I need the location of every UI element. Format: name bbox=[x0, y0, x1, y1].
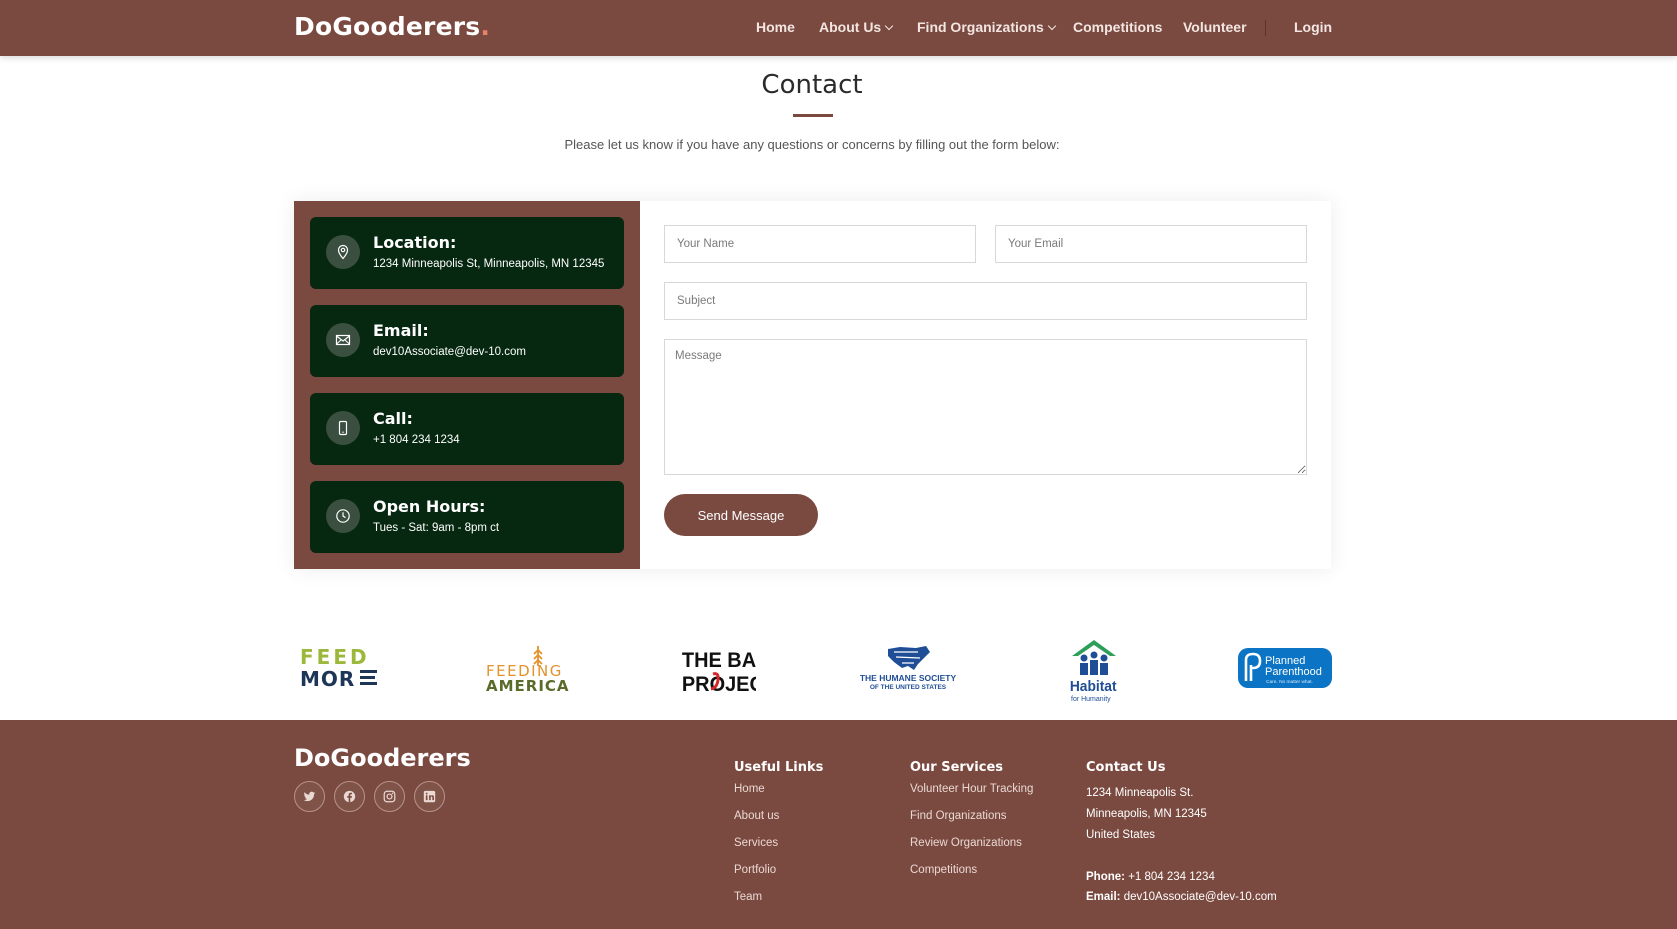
info-card-call: Call: +1 804 234 1234 bbox=[310, 393, 624, 465]
partner-logos: FEED MOR FEEDING AMERICA THE BAIL PROJEC… bbox=[0, 632, 1677, 708]
chevron-down-icon bbox=[1047, 21, 1057, 31]
svg-text:AMERICA: AMERICA bbox=[486, 677, 570, 692]
subject-input[interactable] bbox=[664, 282, 1307, 320]
nav-home-label: Home bbox=[756, 19, 795, 35]
hours-value: Tues - Sat: 9am - 8pm ct bbox=[373, 522, 500, 534]
footer-link-services[interactable]: Services bbox=[734, 837, 778, 849]
top-nav-bar: DoGooderers. Home About Us Find Organiza… bbox=[0, 0, 1677, 56]
email-value: dev10Associate@dev-10.com bbox=[373, 346, 526, 358]
info-card-email: Email: dev10Associate@dev-10.com bbox=[310, 305, 624, 377]
svg-text:Care. No matter what.: Care. No matter what. bbox=[1266, 679, 1313, 685]
footer-phone-label: Phone: bbox=[1086, 871, 1125, 883]
svg-text:Parenthood: Parenthood bbox=[1265, 666, 1322, 678]
svg-text:THE BAIL: THE BAIL bbox=[682, 649, 756, 673]
svg-text:MOR: MOR bbox=[300, 667, 355, 689]
footer-phone: Phone: +1 804 234 1234 bbox=[1086, 871, 1215, 883]
email-input[interactable] bbox=[995, 225, 1307, 263]
name-input[interactable] bbox=[664, 225, 976, 263]
nav-find-organizations[interactable]: Find Organizations bbox=[917, 19, 1057, 35]
footer-address-line2: Minneapolis, MN 12345 bbox=[1086, 808, 1207, 820]
instagram-icon[interactable] bbox=[374, 781, 405, 812]
main-nav: Home About Us Find Organizations Competi… bbox=[0, 0, 1677, 56]
footer-brand: DoGooderers bbox=[294, 744, 471, 772]
nav-about-label: About Us bbox=[819, 19, 882, 35]
nav-competitions-label: Competitions bbox=[1073, 19, 1163, 35]
nav-home[interactable]: Home bbox=[756, 19, 795, 35]
footer-link-portfolio[interactable]: Portfolio bbox=[734, 864, 776, 876]
footer-link-home[interactable]: Home bbox=[734, 783, 765, 795]
feeding-america-logo[interactable]: FEEDING AMERICA bbox=[484, 644, 574, 695]
send-message-button[interactable]: Send Message bbox=[664, 494, 818, 536]
hours-label: Open Hours: bbox=[373, 497, 486, 516]
svg-text:FEED: FEED bbox=[300, 645, 370, 669]
humane-society-logo[interactable]: THE HUMANE SOCIETY OF THE UNITED STATES bbox=[858, 644, 958, 692]
location-value: 1234 Minneapolis St, Minneapolis, MN 123… bbox=[373, 258, 605, 270]
footer-phone-value: +1 804 234 1234 bbox=[1128, 871, 1215, 883]
footer-link-about[interactable]: About us bbox=[734, 810, 779, 822]
footer-email-label: Email: bbox=[1086, 891, 1121, 903]
footer-service-competitions[interactable]: Competitions bbox=[910, 864, 977, 876]
clock-icon bbox=[326, 499, 360, 533]
habitat-for-humanity-logo[interactable]: Habitat for Humanity bbox=[1068, 638, 1124, 704]
nav-competitions[interactable]: Competitions bbox=[1073, 19, 1162, 35]
page-subtitle: Please let us know if you have any quest… bbox=[564, 137, 1060, 152]
contact-us-heading: Contact Us bbox=[1086, 760, 1166, 775]
footer-service-hour-tracking[interactable]: Volunteer Hour Tracking bbox=[910, 783, 1033, 795]
nav-find-label: Find Organizations bbox=[917, 19, 1044, 35]
svg-text:Habitat: Habitat bbox=[1070, 679, 1117, 696]
title-underline bbox=[793, 114, 833, 117]
nav-login[interactable]: Login bbox=[1294, 19, 1332, 35]
info-card-location: Location: 1234 Minneapolis St, Minneapol… bbox=[310, 217, 624, 289]
nav-volunteer[interactable]: Volunteer bbox=[1183, 19, 1247, 35]
facebook-icon[interactable] bbox=[334, 781, 365, 812]
footer-address-line1: 1234 Minneapolis St. bbox=[1086, 787, 1194, 799]
linkedin-icon[interactable] bbox=[414, 781, 445, 812]
svg-text:OF THE UNITED STATES: OF THE UNITED STATES bbox=[870, 684, 947, 691]
footer-address-line3: United States bbox=[1086, 829, 1156, 841]
twitter-icon[interactable] bbox=[294, 781, 325, 812]
footer-our-services: Our Services bbox=[910, 760, 1003, 775]
nav-about-us[interactable]: About Us bbox=[819, 19, 894, 35]
footer-service-review-orgs[interactable]: Review Organizations bbox=[910, 837, 1022, 849]
message-textarea[interactable] bbox=[664, 339, 1307, 475]
phone-icon bbox=[326, 411, 360, 445]
footer-link-team[interactable]: Team bbox=[734, 891, 762, 903]
contact-panel: Location: 1234 Minneapolis St, Minneapol… bbox=[294, 201, 1331, 569]
contact-info-sidebar: Location: 1234 Minneapolis St, Minneapol… bbox=[294, 201, 640, 569]
map-pin-icon bbox=[326, 235, 360, 269]
page-title: Contact bbox=[761, 70, 863, 100]
email-label: Email: bbox=[373, 321, 429, 340]
nav-volunteer-label: Volunteer bbox=[1183, 19, 1247, 35]
footer-useful-links: Useful Links bbox=[734, 760, 823, 775]
info-card-hours: Open Hours: Tues - Sat: 9am - 8pm ct bbox=[310, 481, 624, 553]
footer-email-value[interactable]: dev10Associate@dev-10.com bbox=[1124, 891, 1277, 903]
footer-service-find-orgs[interactable]: Find Organizations bbox=[910, 810, 1007, 822]
call-label: Call: bbox=[373, 409, 413, 428]
our-services-heading: Our Services bbox=[910, 760, 1004, 775]
footer-contact-us: Contact Us bbox=[1086, 760, 1165, 775]
location-label: Location: bbox=[373, 233, 457, 252]
chevron-down-icon bbox=[884, 21, 894, 31]
nav-divider bbox=[1265, 20, 1266, 36]
nav-login-label: Login bbox=[1294, 19, 1333, 35]
feedmore-logo[interactable]: FEED MOR bbox=[300, 645, 380, 691]
svg-text:for Humanity: for Humanity bbox=[1071, 696, 1111, 703]
svg-text:THE HUMANE SOCIETY: THE HUMANE SOCIETY bbox=[860, 673, 957, 683]
planned-parenthood-logo[interactable]: Planned Parenthood Care. No matter what. bbox=[1238, 648, 1332, 688]
bail-project-logo[interactable]: THE BAIL PROJECT bbox=[680, 646, 777, 697]
site-footer: DoGooderers Useful Links Home About us S… bbox=[0, 720, 1677, 929]
useful-links-heading: Useful Links bbox=[734, 760, 824, 775]
call-value: +1 804 234 1234 bbox=[373, 434, 460, 446]
footer-email: Email: dev10Associate@dev-10.com bbox=[1086, 891, 1277, 903]
envelope-icon bbox=[326, 323, 360, 357]
